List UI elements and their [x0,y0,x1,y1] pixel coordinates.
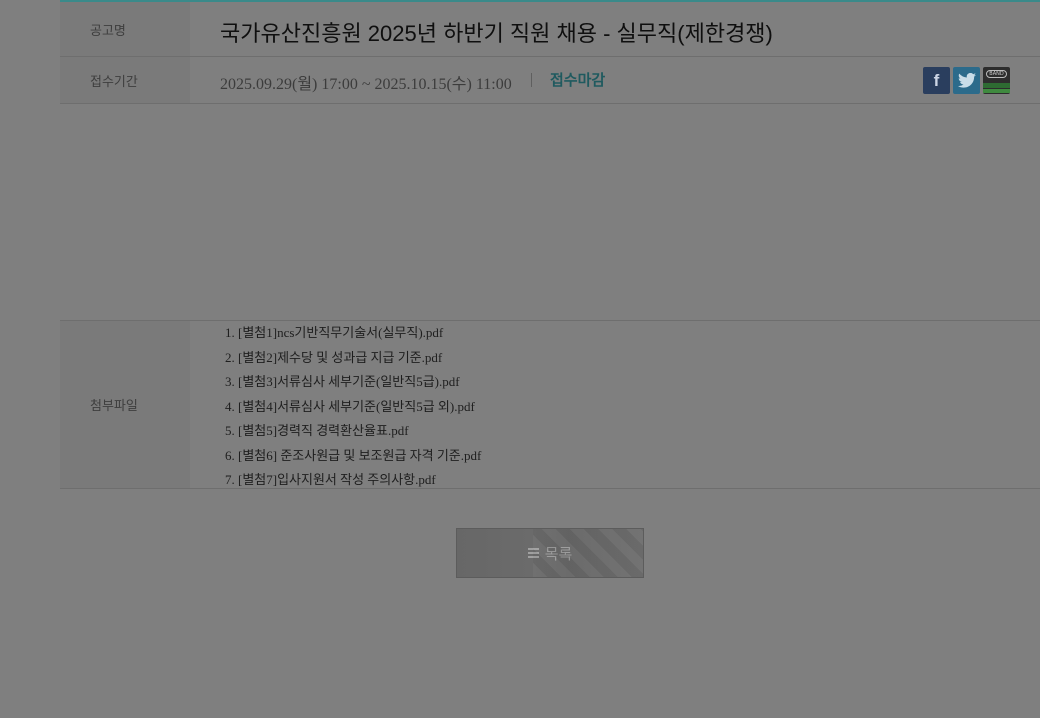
list-item: 1. [별첨1]ncs기반직무기술서(실무직).pdf [225,323,481,348]
twitter-icon [957,73,976,88]
band-stripe [983,89,1010,93]
notice-period-row: 접수기간 2025.09.29(월) 17:00 ~ 2025.10.15(수)… [60,57,1040,104]
facebook-icon: f [933,70,940,90]
band-icon: BAND [983,67,1010,81]
attachments-label: 첨부파일 [60,321,190,488]
status-badge: 접수마감 [550,71,606,89]
attachment-link[interactable]: 6. [별첨6] 준조사원급 및 보조원급 자격 기준.pdf [225,448,481,463]
list-button-label: 목록 [544,544,573,563]
attachment-link[interactable]: 4. [별첨4]서류심사 세부기준(일반직5급 외).pdf [225,399,475,414]
list-item: 7. [별첨7]입사지원서 작성 주의사항.pdf [225,470,481,495]
attachment-list: 1. [별첨1]ncs기반직무기술서(실무직).pdf 2. [별첨2]제수당 … [225,323,481,495]
band-share-button[interactable]: BAND [983,67,1010,94]
attachment-link[interactable]: 5. [별첨5]경력직 경력환산율표.pdf [225,423,409,438]
notice-body [60,104,1040,321]
list-item: 2. [별첨2]제수당 및 성과급 지급 기준.pdf [225,348,481,373]
application-period: 2025.09.29(월) 17:00 ~ 2025.10.15(수) 11:0… [220,76,512,93]
list-button[interactable]: 목록 [456,528,644,578]
attachments-row: 첨부파일 1. [별첨1]ncs기반직무기술서(실무직).pdf 2. [별첨2… [60,320,1040,489]
notice-title: 국가유산진흥원 2025년 하반기 직원 채용 - 실무직(제한경쟁) [220,21,773,46]
list-item: 4. [별첨4]서류심사 세부기준(일반직5급 외).pdf [225,397,481,422]
attachment-link[interactable]: 7. [별첨7]입사지원서 작성 주의사항.pdf [225,472,436,487]
divider [531,73,532,87]
title-label: 공고명 [60,2,190,56]
band-logo-text: BAND [986,70,1007,78]
facebook-share-button[interactable]: f [923,67,950,94]
period-label: 접수기간 [60,57,190,103]
list-item: 3. [별첨3]서류심사 세부기준(일반직5급).pdf [225,372,481,397]
attachment-link[interactable]: 3. [별첨3]서류심사 세부기준(일반직5급).pdf [225,374,460,389]
menu-icon [527,548,539,558]
attachment-link[interactable]: 2. [별첨2]제수당 및 성과급 지급 기준.pdf [225,350,442,365]
notice-title-row: 공고명 국가유산진흥원 2025년 하반기 직원 채용 - 실무직(제한경쟁) [60,2,1040,57]
attachment-link[interactable]: 1. [별첨1]ncs기반직무기술서(실무직).pdf [225,325,443,340]
band-stripe [983,83,1010,88]
list-item: 5. [별첨5]경력직 경력환산율표.pdf [225,421,481,446]
list-item: 6. [별첨6] 준조사원급 및 보조원급 자격 기준.pdf [225,446,481,471]
twitter-share-button[interactable] [953,67,980,94]
